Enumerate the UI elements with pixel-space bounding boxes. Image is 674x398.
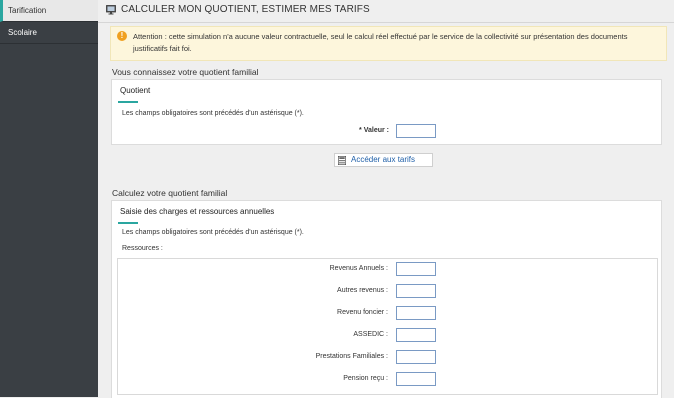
sidebar-item-tarification[interactable]: Tarification xyxy=(0,0,98,22)
calculator-icon xyxy=(338,156,346,165)
revenu-foncier-input[interactable] xyxy=(396,306,436,320)
panel-title-underline xyxy=(118,101,138,103)
revenus-annuels-input[interactable] xyxy=(396,262,436,276)
autres-revenus-label: Autres revenus : xyxy=(337,287,388,294)
charges-resources-panel: Saisie des charges et ressources annuell… xyxy=(111,200,662,398)
quotient-panel: Quotient Les champs obligatoires sont pr… xyxy=(111,79,662,145)
charges-panel-title: Saisie des charges et ressources annuell… xyxy=(120,207,275,216)
access-tarifs-button[interactable]: Accéder aux tarifs xyxy=(334,153,433,167)
main-content: CALCULER MON QUOTIENT, ESTIMER MES TARIF… xyxy=(98,0,674,398)
autres-revenus-input[interactable] xyxy=(396,284,436,298)
page-title: CALCULER MON QUOTIENT, ESTIMER MES TARIF… xyxy=(121,4,370,15)
alert-text: Attention : cette simulation n'a aucune … xyxy=(133,32,628,53)
page-header: CALCULER MON QUOTIENT, ESTIMER MES TARIF… xyxy=(98,0,674,23)
quotient-value-label: * Valeur : xyxy=(359,127,389,134)
quotient-value-input[interactable] xyxy=(396,124,436,138)
assedic-input[interactable] xyxy=(396,328,436,342)
sidebar-item-scolaire[interactable]: Scolaire xyxy=(0,22,98,44)
resources-label: Ressources : xyxy=(122,245,163,252)
warning-alert: ! Attention : cette simulation n'a aucun… xyxy=(110,26,667,61)
pension-recu-input[interactable] xyxy=(396,372,436,386)
monitor-icon xyxy=(106,5,116,15)
assedic-label: ASSEDIC : xyxy=(353,331,388,338)
required-fields-note: Les champs obligatoires sont précédés d'… xyxy=(122,110,304,117)
calc-quotient-heading: Calculez votre quotient familial xyxy=(112,188,228,198)
pension-recu-label: Pension reçu : xyxy=(343,375,388,382)
warning-icon: ! xyxy=(117,31,127,41)
prestations-familiales-input[interactable] xyxy=(396,350,436,364)
revenus-annuels-label: Revenus Annuels : xyxy=(329,265,388,272)
known-quotient-heading: Vous connaissez votre quotient familial xyxy=(112,67,259,77)
quotient-panel-title: Quotient xyxy=(120,86,151,95)
access-tarifs-label: Accéder aux tarifs xyxy=(351,155,416,164)
panel-title-underline xyxy=(118,222,138,224)
required-fields-note: Les champs obligatoires sont précédés d'… xyxy=(122,229,304,236)
prestations-familiales-label: Prestations Familiales : xyxy=(315,353,388,360)
revenu-foncier-label: Revenu foncier : xyxy=(337,309,388,316)
sidebar: Tarification Scolaire xyxy=(0,0,98,397)
